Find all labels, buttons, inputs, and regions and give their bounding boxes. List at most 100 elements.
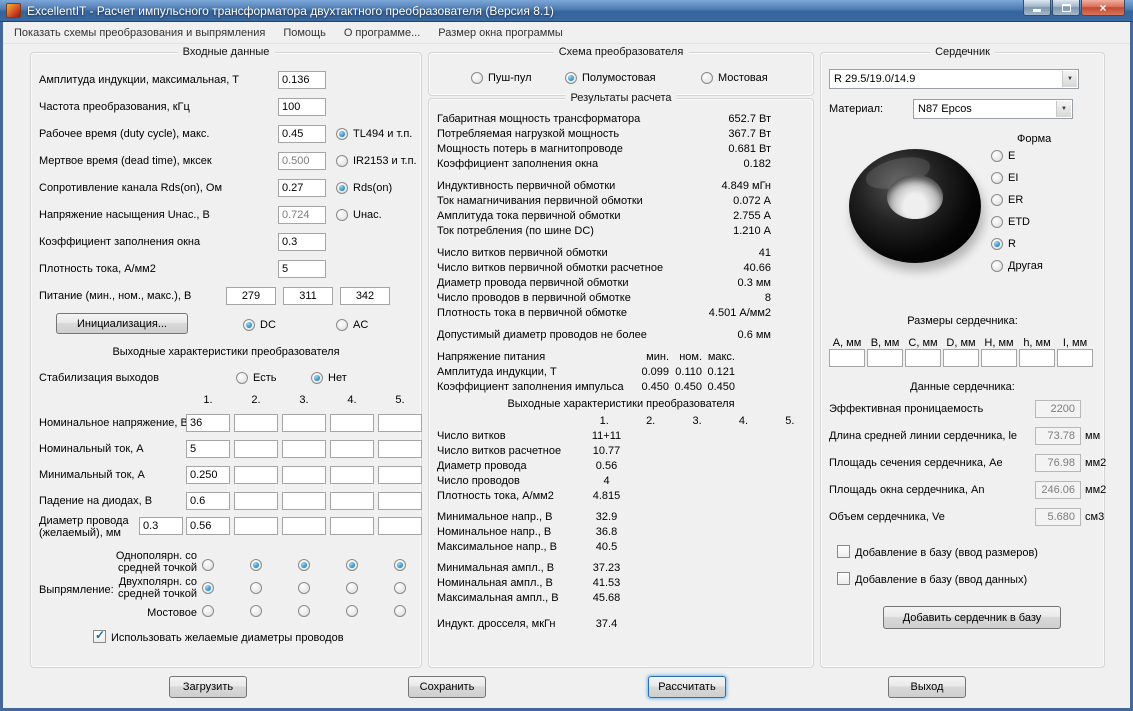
- use-desired-diameters-checkbox[interactable]: [93, 628, 106, 643]
- calculate-button[interactable]: Рассчитать: [648, 676, 726, 698]
- rect-bipolar-col4-radio[interactable]: [346, 582, 358, 594]
- rect-unipolar-col2-radio[interactable]: [250, 559, 262, 571]
- shape-er-radio[interactable]: ER: [991, 193, 1023, 207]
- nominal-voltage-input-4[interactable]: [330, 414, 374, 432]
- wire-diameter-input-2[interactable]: [234, 517, 278, 535]
- radio-label: Другая: [1008, 260, 1043, 272]
- nominal-voltage-input-1[interactable]: [186, 414, 230, 432]
- add-core-button[interactable]: Добавить сердечник в базу: [883, 606, 1061, 629]
- shape-e-radio[interactable]: E: [991, 149, 1015, 163]
- dim-a-input[interactable]: [829, 349, 865, 367]
- menu-help[interactable]: Помощь: [283, 27, 326, 39]
- add-by-data-checkbox[interactable]: [837, 572, 850, 585]
- wire-diameter-input-3[interactable]: [282, 517, 326, 535]
- radio-label: Полумостовая: [582, 72, 656, 84]
- unas-radio[interactable]: Uнас.: [336, 208, 382, 222]
- dim-h-small-input[interactable]: [1019, 349, 1055, 367]
- load-button[interactable]: Загрузить: [169, 676, 247, 698]
- diode-drop-input-2[interactable]: [234, 492, 278, 510]
- dim-i-input[interactable]: [1057, 349, 1093, 367]
- nominal-voltage-input-5[interactable]: [378, 414, 422, 432]
- rds-on-input[interactable]: [278, 179, 326, 197]
- shape-etd-radio[interactable]: ETD: [991, 215, 1030, 229]
- shape-r-radio[interactable]: R: [991, 237, 1016, 251]
- wire-diameter-desired-input[interactable]: [139, 517, 183, 535]
- chevron-down-icon: ▼: [1062, 71, 1077, 87]
- core-select[interactable]: R 29.5/19.0/14.9 ▼: [829, 69, 1079, 89]
- duty-cycle-input[interactable]: [278, 125, 326, 143]
- nominal-voltage-input-3[interactable]: [282, 414, 326, 432]
- close-button[interactable]: ×: [1081, 0, 1125, 16]
- usat-voltage-input[interactable]: [278, 206, 326, 224]
- save-button[interactable]: Сохранить: [408, 676, 486, 698]
- induction-amplitude-input[interactable]: [278, 71, 326, 89]
- ac-radio[interactable]: AC: [336, 318, 368, 332]
- ir2153-radio[interactable]: IR2153 и т.п.: [336, 154, 417, 168]
- min-current-input-1[interactable]: [186, 466, 230, 484]
- min-current-input-4[interactable]: [330, 466, 374, 484]
- dim-b-input[interactable]: [867, 349, 903, 367]
- tl494-radio[interactable]: TL494 и т.п.: [336, 127, 412, 141]
- diode-drop-input-1[interactable]: [186, 492, 230, 510]
- rect-bridge-col2-radio[interactable]: [250, 605, 262, 617]
- add-by-size-checkbox[interactable]: [837, 545, 850, 558]
- current-density-input[interactable]: [278, 260, 326, 278]
- wire-diameter-input-4[interactable]: [330, 517, 374, 535]
- menu-about[interactable]: О программе...: [344, 27, 420, 39]
- nominal-current-input-4[interactable]: [330, 440, 374, 458]
- menu-window-size[interactable]: Размер окна программы: [438, 27, 563, 39]
- supply-nom-input[interactable]: [283, 287, 333, 305]
- rect-unipolar-col4-radio[interactable]: [346, 559, 358, 571]
- dim-d-input[interactable]: [943, 349, 979, 367]
- rect-bridge-col5-radio[interactable]: [394, 605, 406, 617]
- half-bridge-radio[interactable]: Полумостовая: [565, 71, 656, 85]
- nominal-current-input-2[interactable]: [234, 440, 278, 458]
- result-value: 0.6 мм: [737, 328, 771, 341]
- supply-max-input[interactable]: [340, 287, 390, 305]
- shape-other-radio[interactable]: Другая: [991, 259, 1043, 273]
- rect-bipolar-col5-radio[interactable]: [394, 582, 406, 594]
- exit-button[interactable]: Выход: [888, 676, 966, 698]
- wire-diameter-input-1[interactable]: [186, 517, 230, 535]
- bridge-radio[interactable]: Мостовая: [701, 71, 768, 85]
- rect-unipolar-col1-radio[interactable]: [202, 559, 214, 571]
- use-desired-diameters-label: Использовать желаемые диаметры проводов: [111, 632, 344, 644]
- diode-drop-input-5[interactable]: [378, 492, 422, 510]
- init-button[interactable]: Инициализация...: [56, 313, 188, 334]
- dim-c-input[interactable]: [905, 349, 941, 367]
- rect-bridge-col1-radio[interactable]: [202, 605, 214, 617]
- dead-time-input[interactable]: [278, 152, 326, 170]
- diode-drop-input-3[interactable]: [282, 492, 326, 510]
- stab-yes-radio[interactable]: Есть: [236, 371, 276, 385]
- rdson-radio[interactable]: Rds(on): [336, 181, 392, 195]
- menu-show-schemes[interactable]: Показать схемы преобразования и выпрямле…: [14, 27, 265, 39]
- diode-drop-input-4[interactable]: [330, 492, 374, 510]
- result-row: Число витков расчетное 10.77: [429, 443, 813, 458]
- wire-diameter-input-5[interactable]: [378, 517, 422, 535]
- min-current-input-3[interactable]: [282, 466, 326, 484]
- rect-bipolar-col1-radio[interactable]: [202, 582, 214, 594]
- rect-bridge-col3-radio[interactable]: [298, 605, 310, 617]
- stab-no-radio[interactable]: Нет: [311, 371, 347, 385]
- nominal-current-input-3[interactable]: [282, 440, 326, 458]
- supply-min-input[interactable]: [226, 287, 276, 305]
- material-select[interactable]: N87 Epcos ▼: [913, 99, 1073, 119]
- rect-bipolar-col3-radio[interactable]: [298, 582, 310, 594]
- rect-unipolar-col5-radio[interactable]: [394, 559, 406, 571]
- shape-ei-radio[interactable]: EI: [991, 171, 1018, 185]
- dim-h-big-input[interactable]: [981, 349, 1017, 367]
- frequency-input[interactable]: [278, 98, 326, 116]
- rect-unipolar-col3-radio[interactable]: [298, 559, 310, 571]
- rect-bridge-col4-radio[interactable]: [346, 605, 358, 617]
- rect-bipolar-col2-radio[interactable]: [250, 582, 262, 594]
- push-pull-radio[interactable]: Пуш-пул: [471, 71, 532, 85]
- maximize-button[interactable]: [1052, 0, 1080, 16]
- minimize-button[interactable]: [1023, 0, 1051, 16]
- nominal-voltage-input-2[interactable]: [234, 414, 278, 432]
- nominal-current-input-5[interactable]: [378, 440, 422, 458]
- dc-radio[interactable]: DC: [243, 318, 276, 332]
- min-current-input-2[interactable]: [234, 466, 278, 484]
- nominal-current-input-1[interactable]: [186, 440, 230, 458]
- window-fill-factor-input[interactable]: [278, 233, 326, 251]
- min-current-input-5[interactable]: [378, 466, 422, 484]
